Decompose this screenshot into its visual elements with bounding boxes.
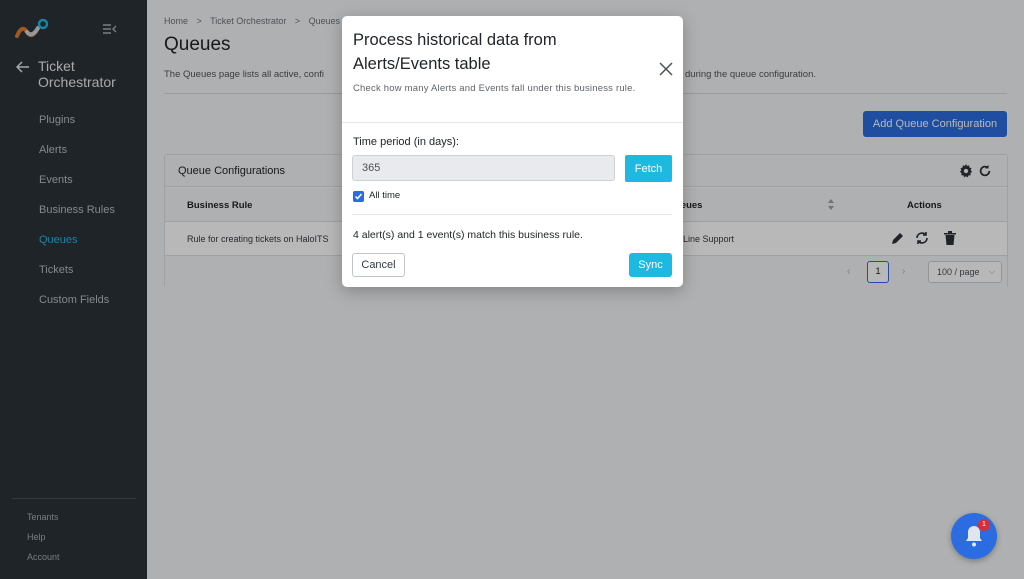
cancel-button[interactable]: Cancel — [352, 253, 405, 277]
modal-divider — [352, 214, 672, 215]
notifications-button[interactable]: 1 — [951, 513, 997, 559]
all-time-label[interactable]: All time — [369, 190, 400, 201]
close-icon[interactable] — [659, 62, 673, 76]
notification-count-badge: 1 — [978, 519, 990, 531]
match-result-text: 4 alert(s) and 1 event(s) match this bus… — [353, 229, 583, 241]
all-time-checkbox[interactable] — [353, 191, 364, 202]
time-period-input[interactable] — [352, 155, 615, 181]
sync-button[interactable]: Sync — [629, 253, 672, 277]
process-historical-data-modal: Process historical data from Alerts/Even… — [342, 16, 683, 287]
modal-divider — [342, 122, 683, 123]
fetch-button[interactable]: Fetch — [625, 155, 672, 182]
modal-subtitle: Check how many Alerts and Events fall un… — [353, 83, 636, 94]
time-period-label: Time period (in days): — [353, 136, 459, 148]
modal-title: Process historical data from Alerts/Even… — [353, 31, 557, 73]
